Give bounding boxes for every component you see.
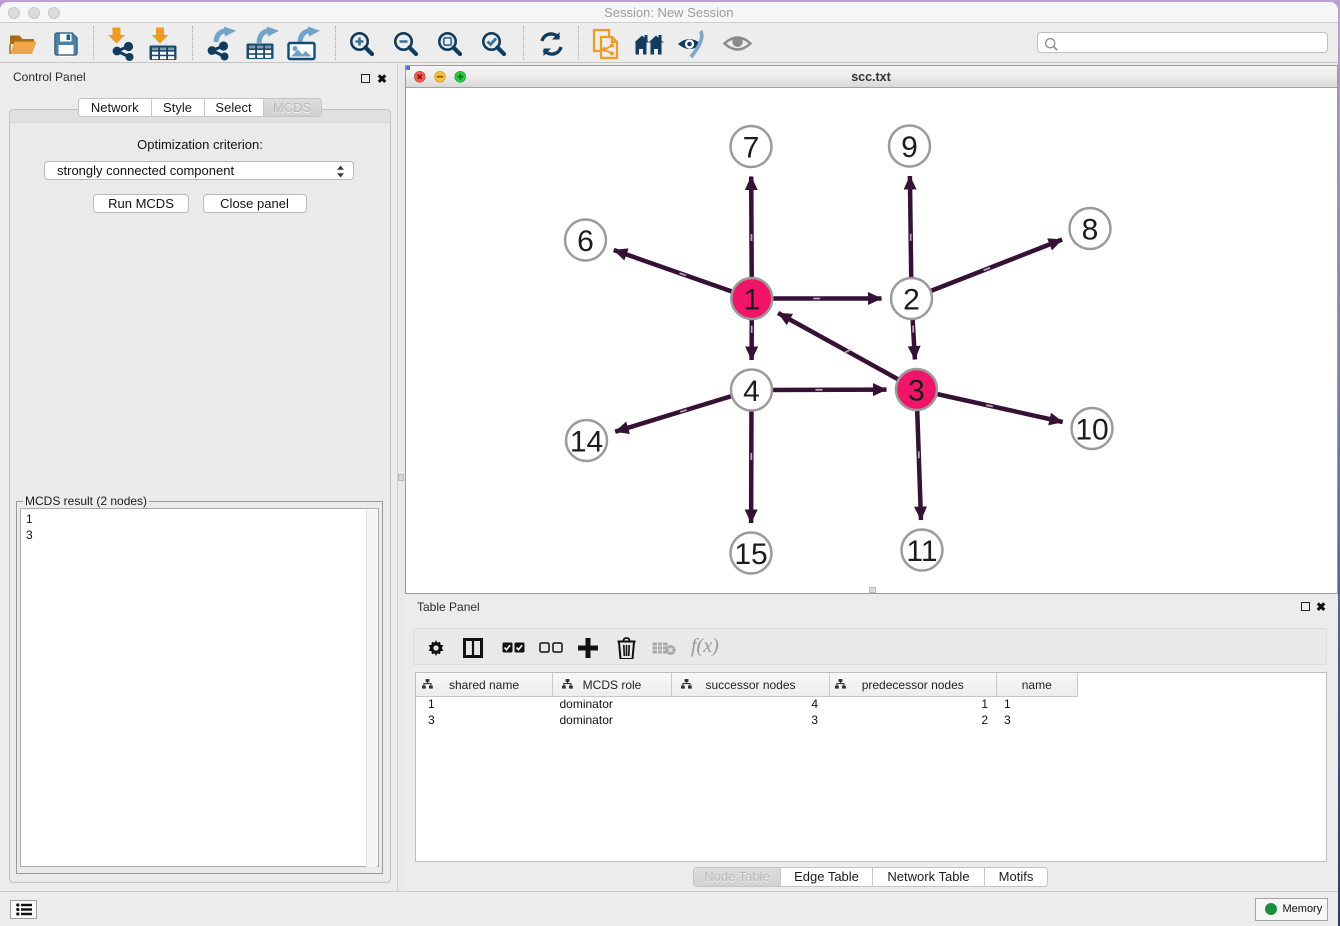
svg-text:3: 3 <box>908 374 925 407</box>
svg-text:8: 8 <box>1081 213 1098 246</box>
svg-text:1: 1 <box>743 283 760 316</box>
svg-text:14: 14 <box>569 425 602 458</box>
svg-text:6: 6 <box>577 225 594 258</box>
svg-text:11: 11 <box>906 535 937 568</box>
svg-text:15: 15 <box>734 538 767 571</box>
svg-text:9: 9 <box>901 131 918 164</box>
svg-text:10: 10 <box>1075 413 1108 446</box>
svg-text:7: 7 <box>742 131 759 164</box>
svg-text:4: 4 <box>743 375 760 408</box>
svg-text:2: 2 <box>903 283 920 316</box>
